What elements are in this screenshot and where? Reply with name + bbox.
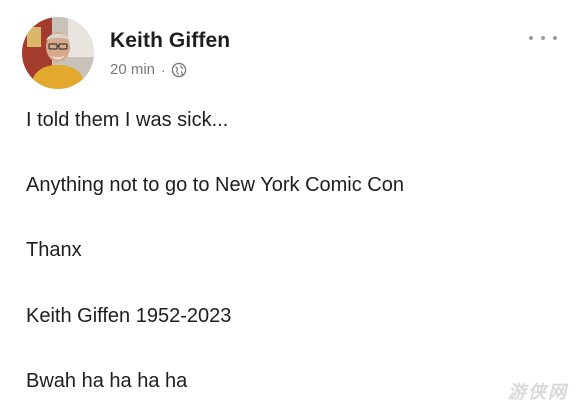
meta-separator: · [161,61,166,78]
watermark: 游侠网 [508,382,568,403]
more-options-icon[interactable] [529,33,557,43]
timestamp[interactable]: 20 min [110,61,155,78]
post-text-line: Thanx [26,239,82,261]
avatar[interactable] [22,17,94,89]
post-text-line: I told them I was sick... [26,109,229,131]
author-name[interactable]: Keith Giffen [110,29,230,53]
globe-icon [171,62,187,78]
post-text-line: Bwah ha ha ha ha [26,370,188,392]
post-text-line: Keith Giffen 1952-2023 [26,305,232,327]
more-dot [529,36,533,40]
post-meta: 20 min · [110,61,187,78]
more-dot [553,36,557,40]
more-dot [541,36,545,40]
post-text-line: Anything not to go to New York Comic Con [26,174,404,196]
facebook-post: Keith Giffen 20 min · I told them I was … [0,0,584,418]
profile-photo [22,17,94,89]
